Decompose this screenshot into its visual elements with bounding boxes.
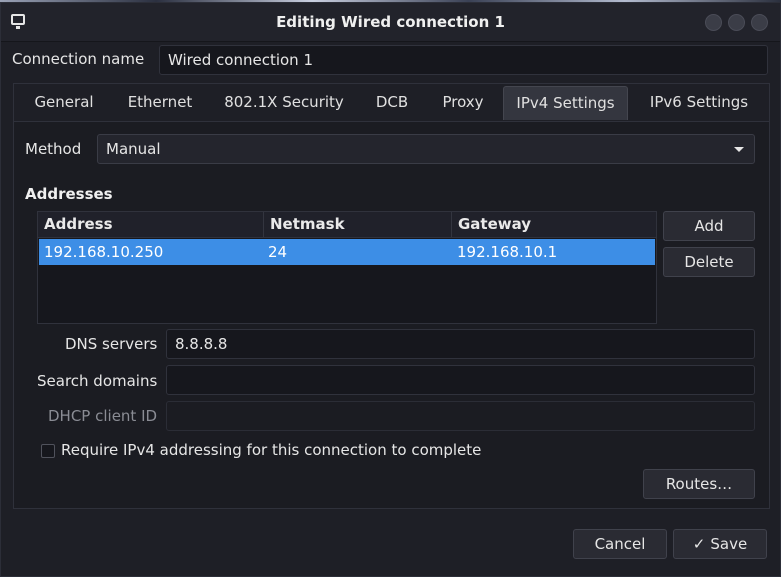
cancel-button[interactable]: Cancel	[573, 529, 667, 559]
search-domains-field[interactable]	[166, 365, 755, 395]
delete-button[interactable]: Delete	[663, 247, 755, 277]
checkmark-icon: ✓	[692, 535, 706, 553]
tab-general[interactable]: General	[22, 84, 106, 120]
dns-servers-field[interactable]: 8.8.8.8	[166, 329, 755, 359]
add-button[interactable]: Add	[663, 211, 755, 241]
save-label: Save	[710, 535, 748, 553]
dhcp-client-id-field	[166, 401, 755, 431]
minimize-button[interactable]	[705, 14, 722, 31]
tab-ipv6-settings[interactable]: IPv6 Settings	[638, 84, 760, 120]
dns-servers-label: DNS servers	[65, 335, 158, 353]
tab-proxy[interactable]: Proxy	[428, 84, 498, 120]
save-button[interactable]: ✓ Save	[673, 529, 767, 559]
search-domains-label: Search domains	[37, 372, 158, 390]
column-header-address[interactable]: Address	[38, 212, 264, 237]
dialog-window: Editing Wired connection 1 Connection na…	[0, 2, 781, 577]
cell-address[interactable]: 192.168.10.250	[39, 239, 163, 265]
method-select[interactable]: Manual	[97, 134, 755, 164]
chevron-down-icon	[734, 147, 744, 152]
addresses-table[interactable]: Address Netmask Gateway 192.168.10.250 2…	[37, 211, 657, 324]
require-ipv4-checkbox[interactable]	[41, 444, 55, 458]
title-bar[interactable]: Editing Wired connection 1	[1, 3, 780, 42]
column-header-netmask[interactable]: Netmask	[264, 212, 452, 237]
connection-name-field[interactable]: Wired connection 1	[159, 45, 768, 75]
column-header-gateway[interactable]: Gateway	[452, 212, 656, 237]
tab-bar: General Ethernet 802.1X Security DCB Pro…	[13, 83, 770, 121]
require-ipv4-label[interactable]: Require IPv4 addressing for this connect…	[61, 441, 481, 459]
cell-gateway[interactable]: 192.168.10.1	[452, 239, 557, 265]
cell-netmask[interactable]: 24	[263, 239, 287, 265]
routes-button[interactable]: Routes…	[643, 469, 755, 499]
close-button[interactable]	[751, 14, 768, 31]
addresses-title: Addresses	[25, 185, 113, 203]
dhcp-client-id-label: DHCP client ID	[48, 407, 158, 425]
table-row[interactable]: 192.168.10.250 24 192.168.10.1	[39, 239, 655, 265]
table-header: Address Netmask Gateway	[38, 212, 656, 238]
tab-8021x-security[interactable]: 802.1X Security	[214, 84, 354, 120]
tab-dcb[interactable]: DCB	[364, 84, 420, 120]
method-value: Manual	[106, 140, 161, 158]
tab-ipv4-settings[interactable]: IPv4 Settings	[503, 86, 628, 120]
window-title: Editing Wired connection 1	[276, 13, 505, 31]
tab-ethernet[interactable]: Ethernet	[116, 84, 204, 120]
connection-name-label: Connection name	[12, 50, 145, 68]
maximize-button[interactable]	[728, 14, 745, 31]
method-label: Method	[25, 140, 82, 158]
